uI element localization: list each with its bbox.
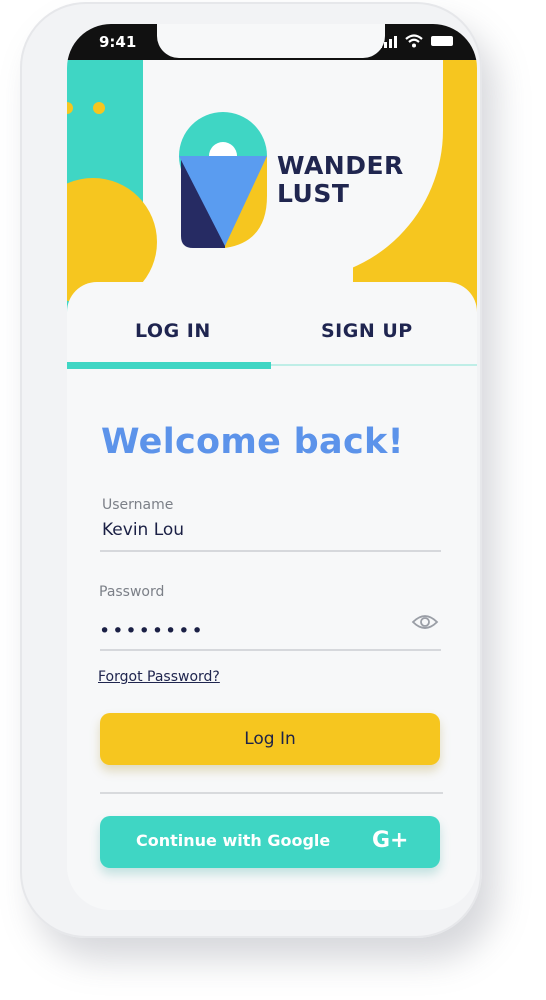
header-illustration: WANDER LUST: [67, 60, 477, 312]
status-time: 9:41: [99, 33, 137, 51]
section-divider: [100, 792, 443, 794]
log-in-button-label: Log In: [244, 729, 296, 749]
notch: [157, 24, 385, 58]
battery-icon: [431, 36, 453, 46]
tab-log-in[interactable]: LOG IN: [135, 320, 211, 342]
wifi-icon: [405, 34, 423, 48]
google-plus-icon: G+: [372, 828, 409, 853]
forgot-password-link[interactable]: Forgot Password?: [98, 669, 220, 685]
username-input[interactable]: Kevin Lou: [102, 520, 184, 540]
username-label: Username: [102, 497, 174, 513]
active-tab-indicator: [67, 362, 271, 369]
google-button-label: Continue with Google: [136, 831, 331, 850]
brand-wordmark: WANDER LUST: [277, 152, 404, 208]
app-screen: 9:41 WANDER LUST LOG IN SIGN UP Welcome …: [67, 24, 477, 910]
yellow-dot: [93, 102, 105, 114]
phone-frame: 9:41 WANDER LUST LOG IN SIGN UP Welcome …: [20, 2, 482, 938]
log-in-button[interactable]: Log In: [100, 713, 440, 765]
username-underline: [100, 550, 441, 552]
password-label: Password: [99, 584, 165, 600]
tab-sign-up[interactable]: SIGN UP: [321, 320, 413, 342]
continue-with-google-button[interactable]: Continue with Google G+: [100, 816, 440, 868]
eye-icon[interactable]: [411, 613, 439, 631]
password-underline: [100, 649, 441, 651]
location-pin-logo: [179, 112, 267, 248]
brand-line-2: LUST: [277, 179, 350, 208]
login-card: LOG IN SIGN UP Welcome back! Username Ke…: [67, 282, 477, 910]
password-input[interactable]: ••••••••: [99, 620, 205, 642]
brand-line-1: WANDER: [277, 151, 404, 180]
page-title: Welcome back!: [101, 422, 404, 462]
